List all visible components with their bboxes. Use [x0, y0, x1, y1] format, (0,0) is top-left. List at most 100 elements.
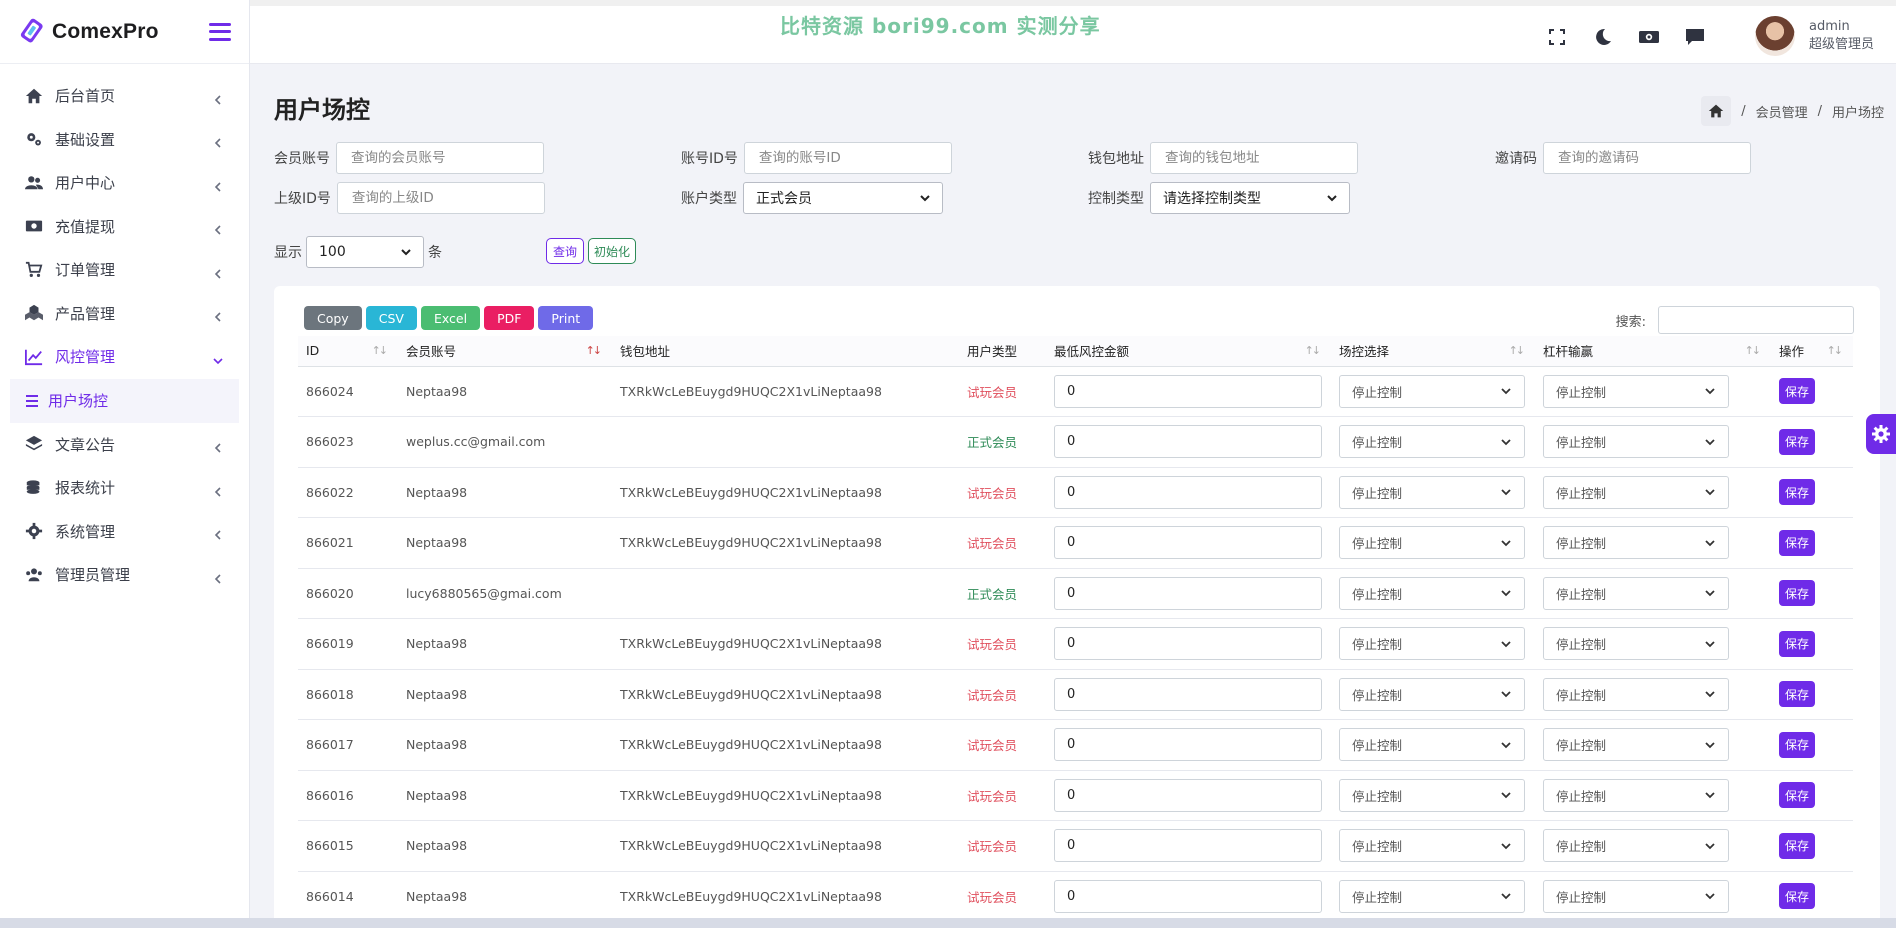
sidebar-item-articles[interactable]: 文章公告	[0, 423, 249, 467]
settings-panel-toggle[interactable]	[1866, 414, 1896, 454]
table-search-input[interactable]	[1658, 306, 1854, 334]
column-header-account[interactable]: 会员账号 ↑↓	[398, 336, 612, 367]
save-button[interactable]: 保存	[1779, 731, 1815, 758]
min-amount-input[interactable]: 0	[1054, 475, 1322, 509]
user-menu[interactable]: admin 超级管理员	[1754, 16, 1874, 56]
reset-button[interactable]: 初始化	[588, 238, 637, 264]
sidebar-item-reports[interactable]: 报表统计	[0, 466, 249, 510]
min-amount-input[interactable]: 0	[1054, 728, 1322, 762]
save-button[interactable]: 保存	[1779, 378, 1815, 405]
wallet-address-input[interactable]	[1150, 142, 1358, 174]
min-amount-input[interactable]: 0	[1054, 879, 1322, 913]
print-button[interactable]: Print	[538, 306, 594, 330]
breadcrumb-item[interactable]: 会员管理	[1756, 102, 1808, 121]
leverage-select[interactable]: 停止控制	[1543, 627, 1729, 661]
column-header-control[interactable]: 场控选择 ↑↓	[1331, 336, 1535, 367]
save-button[interactable]: 保存	[1779, 630, 1815, 657]
save-button[interactable]: 保存	[1779, 529, 1815, 556]
sidebar-item-user-center[interactable]: 用户中心	[0, 161, 249, 205]
save-button[interactable]: 保存	[1779, 782, 1815, 809]
min-amount-input[interactable]: 0	[1054, 526, 1322, 560]
csv-button[interactable]: CSV	[365, 306, 417, 330]
leverage-select[interactable]: 停止控制	[1543, 778, 1729, 812]
control-select[interactable]: 停止控制	[1339, 829, 1525, 863]
sidebar-item-dashboard[interactable]: 后台首页	[0, 74, 249, 118]
leverage-select[interactable]: 停止控制	[1543, 475, 1729, 509]
min-amount-input[interactable]: 0	[1054, 425, 1322, 459]
control-select[interactable]: 停止控制	[1339, 778, 1525, 812]
sidebar-subitem-user-control[interactable]: 用户场控	[10, 378, 239, 423]
member-account-input[interactable]	[336, 142, 544, 174]
select-value: 停止控制	[1556, 839, 1607, 855]
cell-wallet: TXRkWcLeBEuygd9HUQC2X1vLiNeptaa98	[612, 366, 959, 417]
cell-user-type: 正式会员	[959, 568, 1046, 619]
message-icon[interactable]	[1684, 26, 1706, 48]
control-select[interactable]: 停止控制	[1339, 425, 1525, 459]
min-amount-input[interactable]: 0	[1054, 576, 1322, 610]
leverage-select[interactable]: 停止控制	[1543, 374, 1729, 408]
sidebar-item-admins[interactable]: 管理员管理	[0, 553, 249, 597]
home-icon[interactable]	[1701, 96, 1732, 126]
save-button[interactable]: 保存	[1779, 580, 1815, 607]
min-amount-input[interactable]: 0	[1054, 829, 1322, 863]
bottom-scrollbar[interactable]	[0, 918, 1896, 928]
sidebar-item-system[interactable]: 系统管理	[0, 510, 249, 554]
save-button[interactable]: 保存	[1779, 883, 1815, 910]
query-button[interactable]: 查询	[546, 238, 585, 264]
save-button[interactable]: 保存	[1779, 428, 1815, 455]
column-header-min-amount[interactable]: 最低风控金额 ↑↓	[1046, 336, 1331, 367]
column-header-type: 用户类型	[959, 336, 1046, 367]
leverage-select[interactable]: 停止控制	[1543, 728, 1729, 762]
chevron-down-icon	[1705, 792, 1715, 799]
excel-button[interactable]: Excel	[420, 306, 481, 330]
sidebar-item-orders[interactable]: 订单管理	[0, 248, 249, 292]
account-id-input[interactable]	[743, 142, 952, 174]
sidebar-item-recharge[interactable]: 充值提现	[0, 205, 249, 249]
cell-wallet	[612, 568, 959, 619]
show-unit: 条	[428, 245, 442, 261]
copy-button[interactable]: Copy	[304, 306, 362, 330]
control-select[interactable]: 停止控制	[1339, 374, 1525, 408]
control-select[interactable]: 停止控制	[1339, 475, 1525, 509]
chevron-down-icon	[1705, 691, 1715, 698]
sidebar-item-basic-settings[interactable]: 基础设置	[0, 118, 249, 162]
money-icon[interactable]	[1638, 26, 1660, 48]
min-amount-input[interactable]: 0	[1054, 677, 1322, 711]
fullscreen-icon[interactable]	[1546, 26, 1568, 48]
leverage-select[interactable]: 停止控制	[1543, 879, 1729, 913]
control-select[interactable]: 停止控制	[1339, 627, 1525, 661]
save-button[interactable]: 保存	[1779, 681, 1815, 708]
parent-id-input[interactable]	[336, 182, 545, 214]
page-title: 用户场控	[274, 96, 370, 124]
cell-account: Neptaa98	[398, 770, 612, 821]
column-header-id[interactable]: ID ↑↓	[298, 336, 398, 367]
control-select[interactable]: 停止控制	[1339, 879, 1525, 913]
save-button[interactable]: 保存	[1779, 479, 1815, 506]
leverage-select[interactable]: 停止控制	[1543, 425, 1729, 459]
leverage-select[interactable]: 停止控制	[1543, 677, 1729, 711]
account-type-select[interactable]: 正式会员	[743, 182, 943, 214]
invite-code-input[interactable]	[1543, 142, 1751, 174]
users-table: ID ↑↓ 会员账号 ↑↓ 钱包地址 用户类型 最低风控金额 ↑↓ 场控选择 ↑↓ 杠杆…	[298, 336, 1853, 922]
control-select[interactable]: 停止控制	[1339, 576, 1525, 610]
control-select[interactable]: 停止控制	[1339, 728, 1525, 762]
leverage-select[interactable]: 停止控制	[1543, 576, 1729, 610]
dark-mode-icon[interactable]	[1592, 26, 1614, 48]
menu-toggle-icon[interactable]	[209, 22, 231, 41]
leverage-select[interactable]: 停止控制	[1543, 526, 1729, 560]
control-select[interactable]: 停止控制	[1339, 526, 1525, 560]
column-header-leverage[interactable]: 杠杆输赢 ↑↓	[1535, 336, 1771, 367]
sidebar-item-risk-control[interactable]: 风控管理	[0, 335, 249, 379]
control-type-select[interactable]: 请选择控制类型	[1150, 182, 1350, 214]
save-button[interactable]: 保存	[1779, 832, 1815, 859]
min-amount-input[interactable]: 0	[1054, 627, 1322, 661]
leverage-select[interactable]: 停止控制	[1543, 829, 1729, 863]
control-select[interactable]: 停止控制	[1339, 677, 1525, 711]
min-amount-input[interactable]: 0	[1054, 374, 1322, 408]
min-amount-input[interactable]: 0	[1054, 778, 1322, 812]
sidebar-item-products[interactable]: 产品管理	[0, 292, 249, 336]
page-length-select[interactable]: 100	[306, 236, 424, 268]
pdf-button[interactable]: PDF	[484, 306, 535, 330]
column-header-action[interactable]: 操作 ↑↓	[1771, 336, 1853, 367]
table-row: 866018 Neptaa98 TXRkWcLeBEuygd9HUQC2X1vLiN…	[298, 669, 1853, 720]
